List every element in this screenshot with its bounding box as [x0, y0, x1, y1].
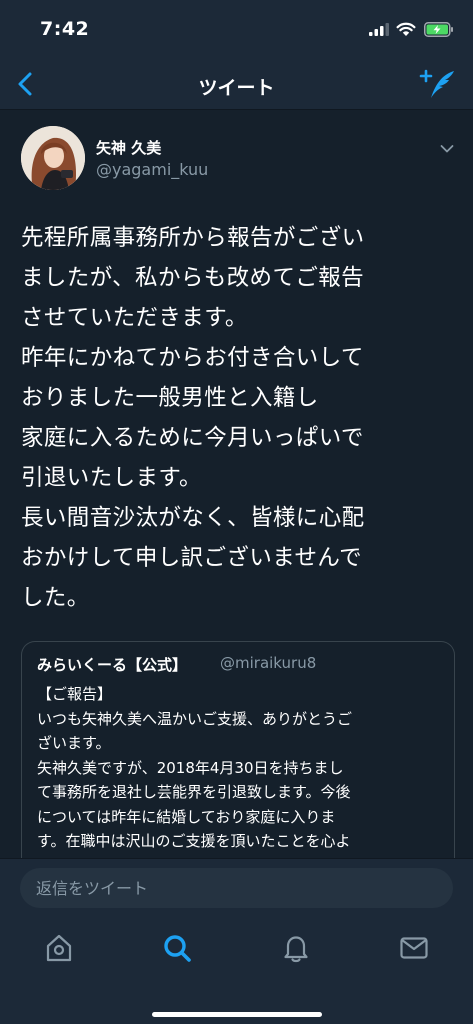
- bell-icon[interactable]: [280, 932, 312, 964]
- quoted-author-handle: @miraikuru8: [220, 654, 317, 672]
- quoted-tweet-text: 【ご報告】 いつも矢神久美へ温かいご支援、ありがとうご ざいます。 矢神久美です…: [37, 685, 353, 850]
- quoted-tweet-card[interactable]: みらいくーる【公式】 @miraikuru8 【ご報告】 いつも矢神久美へ温かい…: [21, 641, 455, 861]
- wifi-icon: [396, 22, 416, 36]
- avatar-image: [21, 126, 85, 190]
- cellular-signal-icon: [369, 23, 389, 36]
- reply-input[interactable]: [20, 868, 453, 908]
- reply-bar: [0, 858, 473, 914]
- compose-tweet-icon[interactable]: [418, 68, 458, 102]
- author-handle[interactable]: @yagami_kuu: [96, 160, 208, 179]
- page-title: ツイート: [198, 77, 275, 99]
- tweet-header: 矢神 久美 @yagami_kuu: [0, 110, 473, 200]
- chevron-down-icon[interactable]: [440, 144, 454, 154]
- status-bar: 7:42: [0, 0, 473, 60]
- author-name[interactable]: 矢神 久美: [96, 137, 161, 158]
- home-indicator[interactable]: [152, 1012, 322, 1017]
- avatar[interactable]: [21, 126, 85, 190]
- battery-charging-icon: [424, 22, 453, 37]
- tweet-text: 先程所属事務所から報告がござい ましたが、私からも改めてご報告 させていただきま…: [21, 225, 365, 611]
- search-icon[interactable]: [161, 932, 193, 964]
- tab-bar: [0, 914, 473, 1024]
- home-icon[interactable]: [43, 932, 75, 964]
- nav-bar: ツイート: [0, 60, 473, 110]
- quoted-author-name: みらいくーる【公式】: [37, 656, 188, 674]
- mail-icon[interactable]: [398, 932, 430, 964]
- status-time: 7:42: [40, 18, 90, 40]
